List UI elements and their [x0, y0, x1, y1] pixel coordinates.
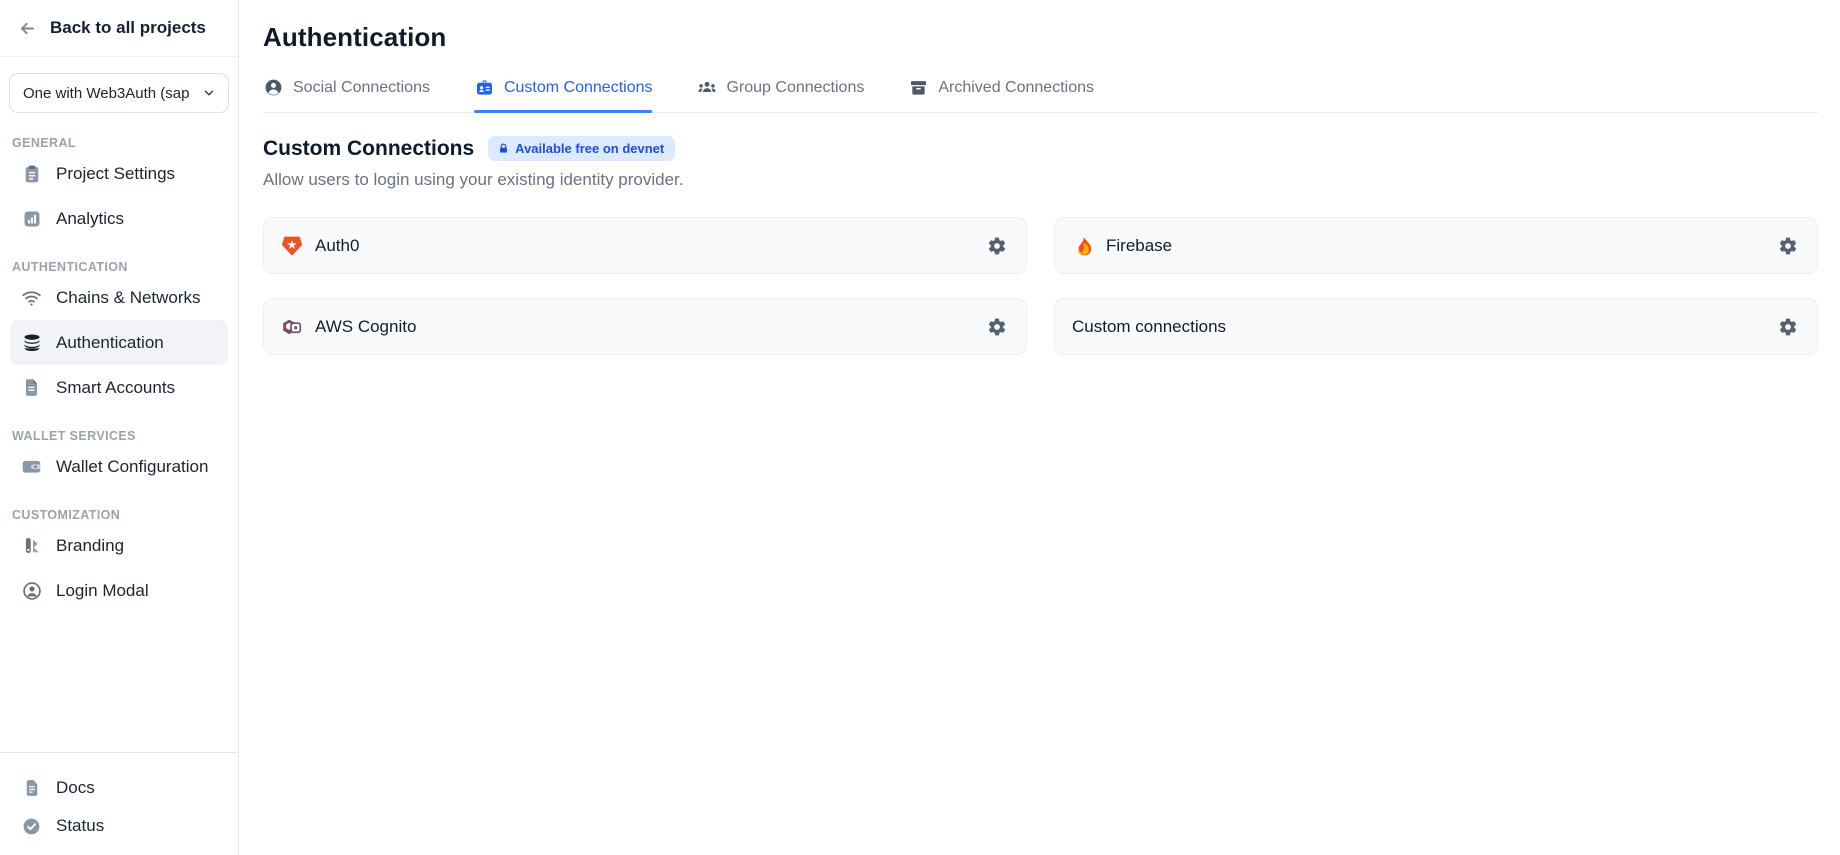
firebase-settings-button[interactable]: [1775, 233, 1800, 258]
chevron-down-icon: [201, 83, 217, 104]
tab-label: Archived Connections: [938, 79, 1094, 97]
back-to-projects-button[interactable]: Back to all projects: [0, 0, 238, 57]
sidebar-item-analytics[interactable]: Analytics: [10, 196, 228, 241]
wifi-icon: [21, 287, 42, 308]
project-selector-value: One with Web3Auth (sap: [23, 85, 191, 102]
card-label: Custom connections: [1072, 317, 1226, 337]
page-title: Authentication: [263, 22, 1818, 53]
user-circle-icon: [263, 77, 284, 98]
user-circle-icon: [21, 580, 42, 601]
back-label: Back to all projects: [50, 18, 206, 38]
tab-label: Social Connections: [293, 79, 430, 97]
document-icon: [21, 377, 42, 398]
devnet-badge-label: Available free on devnet: [515, 141, 664, 156]
sidebar-nav: GENERAL Project Settings Analytics AUTHE…: [0, 117, 238, 752]
custom-connections-settings-button[interactable]: [1775, 314, 1800, 339]
aws-cognito-settings-button[interactable]: [984, 314, 1009, 339]
card-auth0[interactable]: Auth0: [263, 217, 1027, 274]
sidebar: Back to all projects One with Web3Auth (…: [0, 0, 239, 855]
analytics-icon: [21, 208, 42, 229]
sidebar-item-label: Wallet Configuration: [56, 457, 208, 477]
card-custom-connections[interactable]: Custom connections: [1054, 298, 1818, 355]
sidebar-item-wallet-configuration[interactable]: Wallet Configuration: [10, 444, 228, 489]
clipboard-icon: [21, 163, 42, 184]
arrow-left-icon: [17, 18, 38, 39]
tab-label: Group Connections: [726, 79, 864, 97]
card-firebase[interactable]: Firebase: [1054, 217, 1818, 274]
sidebar-item-smart-accounts[interactable]: Smart Accounts: [10, 365, 228, 410]
section-title: Custom Connections: [263, 137, 474, 161]
check-circle-icon: [21, 816, 42, 837]
section-heading-row: Custom Connections Available free on dev…: [263, 136, 1818, 161]
section-header-authentication: AUTHENTICATION: [12, 260, 228, 274]
tab-archived-connections[interactable]: Archived Connections: [908, 77, 1094, 112]
sidebar-item-label: Status: [56, 816, 104, 836]
card-aws-cognito[interactable]: AWS Cognito: [263, 298, 1027, 355]
card-label: AWS Cognito: [315, 317, 416, 337]
aws-cognito-logo: [281, 316, 303, 338]
sidebar-item-label: Docs: [56, 778, 95, 798]
gear-icon: [986, 316, 1007, 337]
firebase-logo: [1072, 235, 1094, 257]
connections-grid: Auth0 Firebase: [263, 217, 1818, 355]
devnet-badge: Available free on devnet: [488, 136, 675, 161]
gear-icon: [1777, 316, 1798, 337]
sidebar-item-label: Branding: [56, 536, 124, 556]
tab-bar: Social Connections Custom Connections Gr…: [263, 77, 1818, 113]
sidebar-item-status[interactable]: Status: [10, 807, 228, 845]
archive-icon: [908, 77, 929, 98]
sidebar-item-label: Login Modal: [56, 581, 149, 601]
section-header-customization: CUSTOMIZATION: [12, 508, 228, 522]
lock-icon: [497, 143, 509, 155]
tab-social-connections[interactable]: Social Connections: [263, 77, 430, 112]
sidebar-item-branding[interactable]: Branding: [10, 523, 228, 568]
sidebar-footer: Docs Status: [0, 752, 238, 855]
card-label: Auth0: [315, 236, 359, 256]
main-content: Authentication Social Connections Custom…: [239, 0, 1840, 855]
tab-group-connections[interactable]: Group Connections: [696, 77, 864, 112]
card-label: Firebase: [1106, 236, 1172, 256]
section-description: Allow users to login using your existing…: [263, 170, 1818, 190]
sidebar-item-label: Analytics: [56, 209, 124, 229]
sidebar-item-authentication[interactable]: Authentication: [10, 320, 228, 365]
database-icon: [21, 332, 42, 353]
section-header-general: GENERAL: [12, 136, 228, 150]
gear-icon: [986, 235, 1007, 256]
sidebar-item-docs[interactable]: Docs: [10, 769, 228, 807]
auth0-settings-button[interactable]: [984, 233, 1009, 258]
docs-icon: [21, 778, 42, 799]
sidebar-item-login-modal[interactable]: Login Modal: [10, 568, 228, 613]
users-icon: [696, 77, 717, 98]
section-header-wallet-services: WALLET SERVICES: [12, 429, 228, 443]
id-badge-icon: [474, 77, 495, 98]
sidebar-item-label: Authentication: [56, 333, 164, 353]
project-selector[interactable]: One with Web3Auth (sap: [9, 73, 229, 113]
tab-label: Custom Connections: [504, 79, 653, 97]
tab-custom-connections[interactable]: Custom Connections: [474, 77, 653, 112]
sidebar-item-label: Chains & Networks: [56, 288, 201, 308]
app-window: Back to all projects One with Web3Auth (…: [0, 0, 1840, 855]
sidebar-item-chains-networks[interactable]: Chains & Networks: [10, 275, 228, 320]
gear-icon: [1777, 235, 1798, 256]
paint-icon: [21, 535, 42, 556]
sidebar-item-label: Project Settings: [56, 164, 175, 184]
sidebar-item-label: Smart Accounts: [56, 378, 175, 398]
wallet-icon: [21, 456, 42, 477]
sidebar-item-project-settings[interactable]: Project Settings: [10, 151, 228, 196]
auth0-logo: [281, 235, 303, 257]
